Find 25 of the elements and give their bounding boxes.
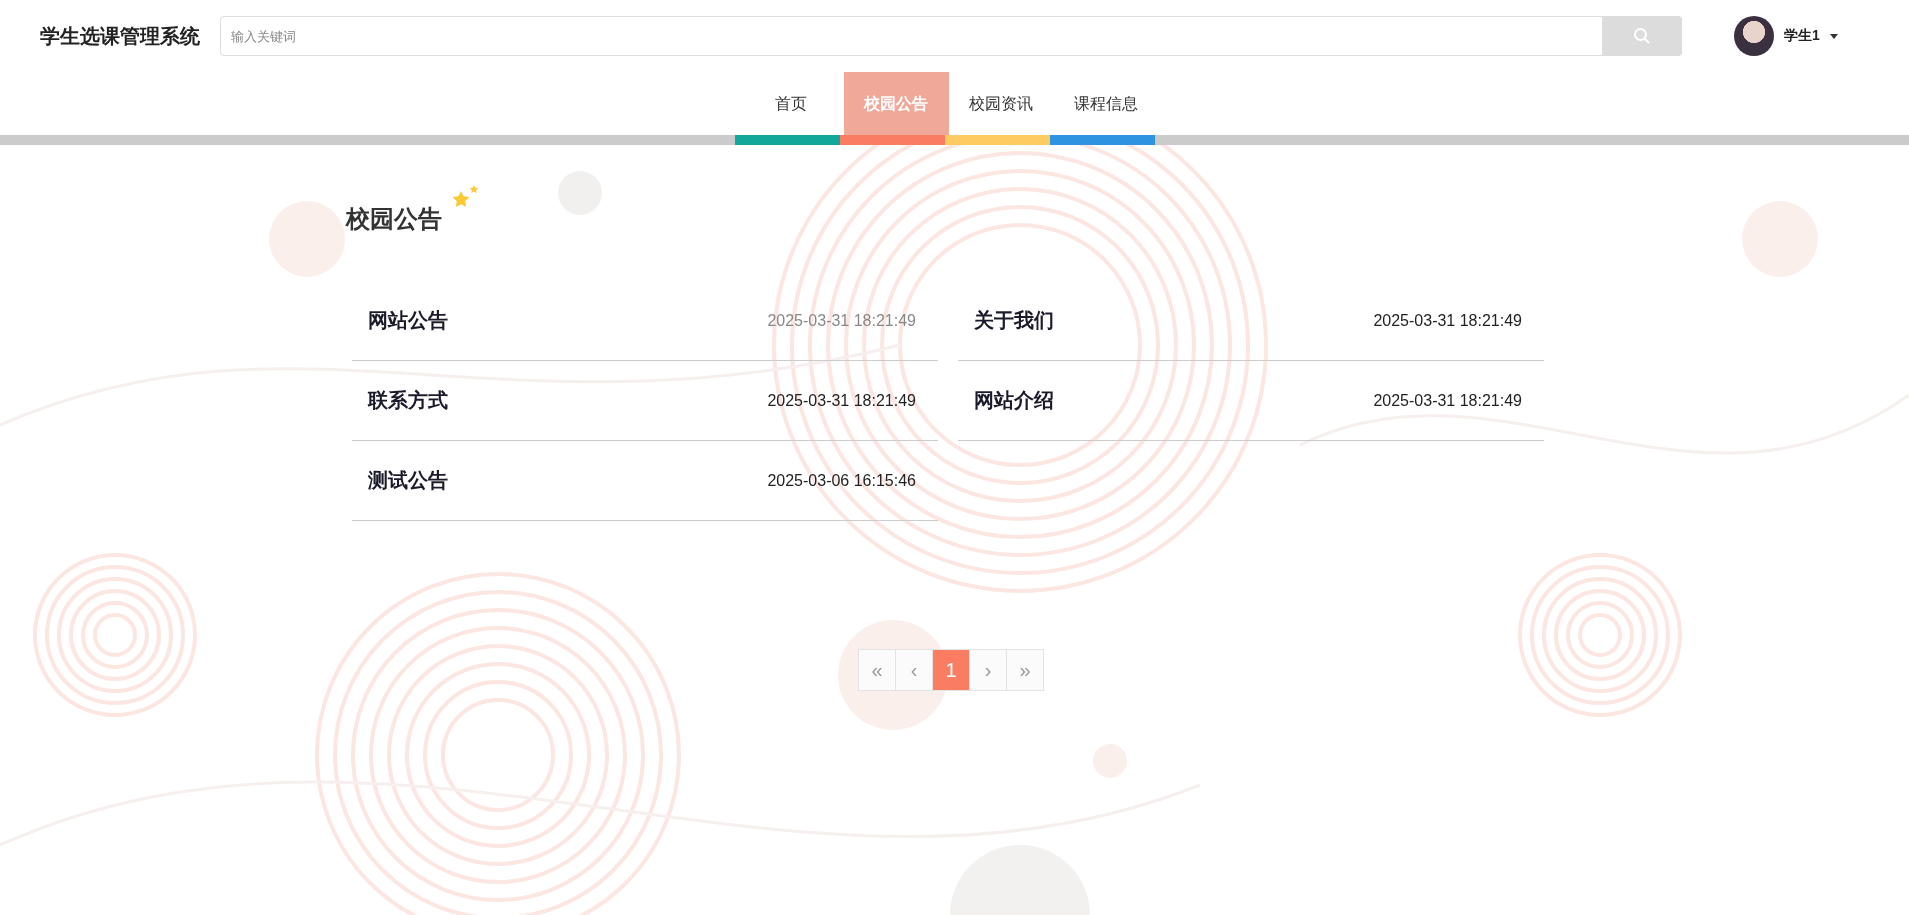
notice-item[interactable]: 关于我们 2025-03-31 18:21:49 (958, 281, 1544, 361)
user-avatar[interactable] (1734, 16, 1774, 56)
user-name[interactable]: 学生1 (1784, 27, 1820, 45)
notice-time: 2025-03-31 18:21:49 (767, 391, 916, 410)
caret-icon[interactable] (1829, 33, 1838, 39)
search-icon (1633, 27, 1651, 45)
notice-item[interactable]: 网站公告 2025-03-31 18:21:49 (352, 281, 938, 361)
notice-item[interactable]: 网站介绍 2025-03-31 18:21:49 (958, 361, 1544, 441)
nav-tab[interactable]: 课程信息 (1053, 72, 1159, 135)
notice-title: 网站介绍 (974, 388, 1054, 413)
search-field[interactable]: 输入关键词 (220, 16, 1602, 56)
site-title: 学生选课管理系统 (40, 23, 200, 49)
section-title: 校园公告 (346, 204, 442, 234)
notice-time: 2025-03-31 18:21:49 (1373, 391, 1522, 410)
notice-time: 2025-03-31 18:21:49 (1373, 311, 1522, 330)
notice-time: 2025-03-31 18:21:49 (767, 311, 916, 330)
notice-title: 关于我们 (974, 308, 1054, 333)
nav-tab[interactable]: 校园资讯 (948, 72, 1054, 135)
notice-time: 2025-03-06 16:15:46 (767, 471, 916, 490)
notice-title: 联系方式 (368, 388, 448, 413)
notice-item[interactable]: 测试公告 2025-03-06 16:15:46 (352, 441, 938, 521)
notice-title: 网站公告 (368, 308, 448, 333)
notice-item[interactable]: 联系方式 2025-03-31 18:21:49 (352, 361, 938, 441)
nav-tab[interactable]: 首页 (738, 72, 844, 135)
notice-title: 测试公告 (368, 468, 448, 493)
